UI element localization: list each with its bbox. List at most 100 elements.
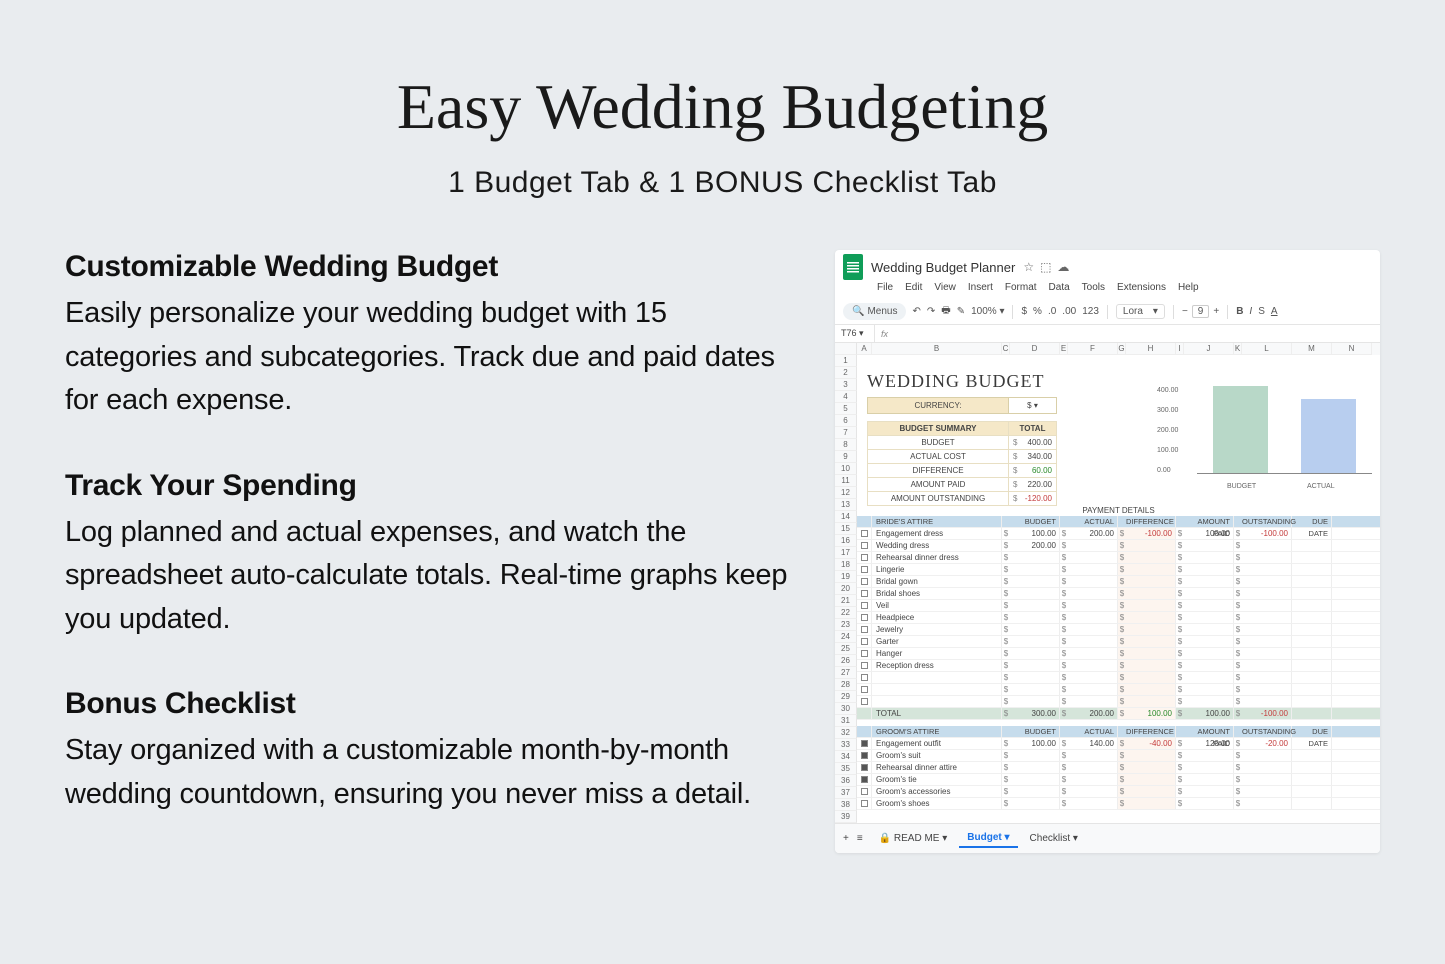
row-header[interactable]: 35 bbox=[835, 763, 857, 775]
menu-search[interactable]: 🔍Menus bbox=[843, 303, 906, 320]
table-row[interactable]: Headpiece $ $ $ $ $ bbox=[857, 612, 1380, 624]
table-row[interactable]: $ $ $ $ $ bbox=[857, 684, 1380, 696]
sheets-icon[interactable] bbox=[843, 254, 863, 280]
paint-format-icon[interactable]: ✎ bbox=[957, 306, 965, 317]
row-header[interactable]: 8 bbox=[835, 439, 857, 451]
cloud-icon[interactable]: ☁ bbox=[1057, 260, 1069, 274]
row-header[interactable]: 31 bbox=[835, 715, 857, 727]
redo-icon[interactable]: ↷ bbox=[927, 306, 935, 317]
currency-select[interactable]: $ ▾ bbox=[1009, 397, 1057, 414]
row-header[interactable]: 20 bbox=[835, 583, 857, 595]
col-header[interactable]: K bbox=[1234, 343, 1242, 355]
row-header[interactable]: 18 bbox=[835, 559, 857, 571]
row-header[interactable]: 13 bbox=[835, 499, 857, 511]
row-header[interactable]: 32 bbox=[835, 727, 857, 739]
menu-data[interactable]: Data bbox=[1049, 282, 1070, 293]
table-row[interactable]: Groom's tie $ $ $ $ $ bbox=[857, 774, 1380, 786]
table-row[interactable]: Hanger $ $ $ $ $ bbox=[857, 648, 1380, 660]
table-row[interactable]: $ $ $ $ $ bbox=[857, 672, 1380, 684]
name-box[interactable]: T76 ▾ bbox=[835, 325, 875, 342]
all-sheets-icon[interactable]: ≡ bbox=[857, 833, 863, 844]
col-header[interactable]: H bbox=[1126, 343, 1176, 355]
row-header[interactable]: 39 bbox=[835, 811, 857, 823]
col-header[interactable]: I bbox=[1176, 343, 1184, 355]
table-row[interactable]: $ $ $ $ $ bbox=[857, 696, 1380, 708]
table-row[interactable]: BRIDE'S ATTIRE BUDGET ACTUAL DIFFERENCE … bbox=[857, 516, 1380, 528]
row-header[interactable]: 1 bbox=[835, 355, 857, 367]
row-header[interactable]: 3 bbox=[835, 379, 857, 391]
table-row[interactable]: Veil $ $ $ $ $ bbox=[857, 600, 1380, 612]
row-header[interactable]: 38 bbox=[835, 799, 857, 811]
row-header[interactable]: 37 bbox=[835, 787, 857, 799]
table-row[interactable]: Garter $ $ $ $ $ bbox=[857, 636, 1380, 648]
col-header[interactable]: L bbox=[1242, 343, 1292, 355]
row-header[interactable]: 11 bbox=[835, 475, 857, 487]
font-select[interactable]: Lora▾ bbox=[1116, 304, 1165, 319]
col-header[interactable]: C bbox=[1002, 343, 1010, 355]
menu-edit[interactable]: Edit bbox=[905, 282, 922, 293]
row-header[interactable]: 19 bbox=[835, 571, 857, 583]
row-header[interactable]: 22 bbox=[835, 607, 857, 619]
strike-icon[interactable]: S bbox=[1258, 306, 1265, 317]
currency-icon[interactable]: $ bbox=[1021, 306, 1027, 317]
row-header[interactable]: 27 bbox=[835, 667, 857, 679]
row-header[interactable]: 24 bbox=[835, 631, 857, 643]
table-row[interactable]: Engagement outfit $100.00 $140.00 $-40.0… bbox=[857, 738, 1380, 750]
move-icon[interactable]: ⬚ bbox=[1040, 260, 1051, 274]
row-header[interactable]: 21 bbox=[835, 595, 857, 607]
table-row[interactable]: Bridal gown $ $ $ $ $ bbox=[857, 576, 1380, 588]
menu-help[interactable]: Help bbox=[1178, 282, 1199, 293]
row-header[interactable]: 34 bbox=[835, 751, 857, 763]
table-row[interactable]: Groom's suit $ $ $ $ $ bbox=[857, 750, 1380, 762]
sheet-tab[interactable]: Checklist ▾ bbox=[1022, 829, 1086, 848]
row-header[interactable]: 5 bbox=[835, 403, 857, 415]
add-sheet-icon[interactable]: + bbox=[843, 833, 849, 844]
col-header[interactable]: N bbox=[1332, 343, 1372, 355]
sheet-tab[interactable]: 🔒 READ ME ▾ bbox=[871, 829, 956, 848]
table-row[interactable]: GROOM'S ATTIRE BUDGET ACTUAL DIFFERENCE … bbox=[857, 726, 1380, 738]
row-header[interactable]: 16 bbox=[835, 535, 857, 547]
row-header[interactable]: 29 bbox=[835, 691, 857, 703]
row-header[interactable]: 30 bbox=[835, 703, 857, 715]
font-size-dec[interactable]: − bbox=[1182, 306, 1188, 317]
row-header[interactable]: 23 bbox=[835, 619, 857, 631]
col-header[interactable]: D bbox=[1010, 343, 1060, 355]
row-header[interactable]: 12 bbox=[835, 487, 857, 499]
row-header[interactable]: 33 bbox=[835, 739, 857, 751]
zoom-select[interactable]: 100% ▾ bbox=[971, 306, 1004, 317]
table-row[interactable]: Bridal shoes $ $ $ $ $ bbox=[857, 588, 1380, 600]
table-row[interactable]: Engagement dress $100.00 $200.00 $-100.0… bbox=[857, 528, 1380, 540]
menu-format[interactable]: Format bbox=[1005, 282, 1037, 293]
menu-insert[interactable]: Insert bbox=[968, 282, 993, 293]
row-header[interactable]: 17 bbox=[835, 547, 857, 559]
decimal-inc-icon[interactable]: .00 bbox=[1062, 306, 1076, 317]
row-header[interactable]: 15 bbox=[835, 523, 857, 535]
font-size-value[interactable]: 9 bbox=[1192, 305, 1210, 318]
percent-icon[interactable]: % bbox=[1033, 306, 1042, 317]
menu-view[interactable]: View bbox=[934, 282, 956, 293]
col-header[interactable]: J bbox=[1184, 343, 1234, 355]
row-header[interactable]: 28 bbox=[835, 679, 857, 691]
row-header[interactable]: 36 bbox=[835, 775, 857, 787]
table-row[interactable]: Wedding dress $200.00 $ $ $ $ bbox=[857, 540, 1380, 552]
decimal-dec-icon[interactable]: .0 bbox=[1048, 306, 1056, 317]
bold-icon[interactable]: B bbox=[1236, 306, 1243, 317]
table-row[interactable]: Jewelry $ $ $ $ $ bbox=[857, 624, 1380, 636]
italic-icon[interactable]: I bbox=[1249, 306, 1252, 317]
table-row[interactable]: Groom's accessories $ $ $ $ $ bbox=[857, 786, 1380, 798]
table-row[interactable]: TOTAL $300.00 $200.00 $100.00 $100.00 $-… bbox=[857, 708, 1380, 720]
menu-extensions[interactable]: Extensions bbox=[1117, 282, 1166, 293]
row-header[interactable]: 9 bbox=[835, 451, 857, 463]
row-header[interactable]: 14 bbox=[835, 511, 857, 523]
star-icon[interactable]: ☆ bbox=[1023, 260, 1034, 274]
row-header[interactable]: 7 bbox=[835, 427, 857, 439]
undo-icon[interactable]: ↶ bbox=[912, 306, 920, 317]
table-row[interactable]: Rehearsal dinner attire $ $ $ $ $ bbox=[857, 762, 1380, 774]
text-color-icon[interactable]: A bbox=[1271, 306, 1278, 317]
print-icon[interactable]: 🖶 bbox=[941, 303, 950, 320]
row-header[interactable]: 10 bbox=[835, 463, 857, 475]
table-row[interactable]: Lingerie $ $ $ $ $ bbox=[857, 564, 1380, 576]
table-row[interactable]: Reception dress $ $ $ $ $ bbox=[857, 660, 1380, 672]
col-header[interactable]: B bbox=[872, 343, 1002, 355]
row-header[interactable]: 25 bbox=[835, 643, 857, 655]
